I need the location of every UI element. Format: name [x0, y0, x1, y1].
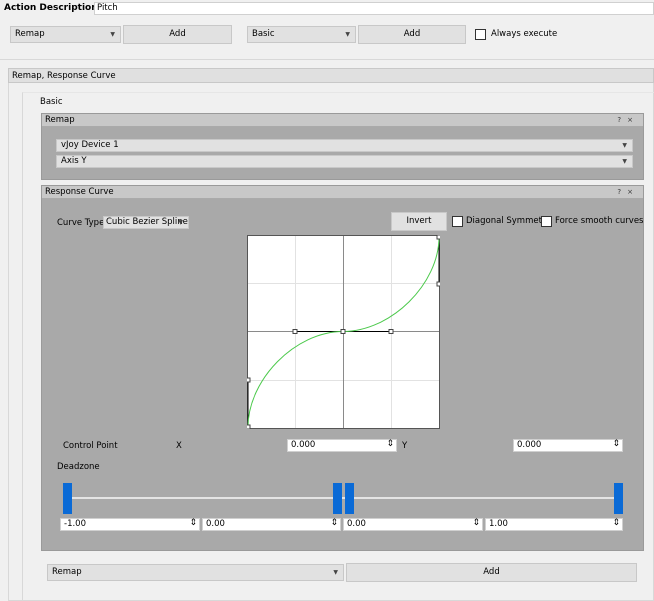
deadzone-center-high-spinbox[interactable]: 0.00 ⇕	[343, 518, 483, 531]
spin-arrows-icon[interactable]: ⇕	[330, 518, 338, 529]
bottom-action-combo-label: Remap	[52, 567, 82, 577]
deadzone-center-low-handle[interactable]	[333, 483, 342, 514]
spin-arrows-icon[interactable]: ⇕	[472, 518, 480, 529]
deadzone-low-value: -1.00	[64, 519, 86, 529]
spin-arrows-icon[interactable]: ⇕	[612, 439, 620, 450]
diagonal-symmetry-label: Diagonal Symmetry	[466, 216, 551, 226]
response-curve-plot[interactable]	[247, 235, 440, 429]
response-curve-title: Response Curve	[45, 187, 114, 197]
axis-combo-label: Axis Y	[61, 156, 87, 166]
force-smooth-label: Force smooth curves	[555, 216, 644, 226]
control-point-label: Control Point	[63, 441, 118, 451]
divider	[0, 59, 654, 60]
add-container-button[interactable]: Add	[358, 25, 466, 44]
deadzone-high-handle[interactable]	[614, 483, 623, 514]
remap-widget-title: Remap	[45, 115, 75, 125]
action-type-combo-label: Remap	[15, 29, 45, 39]
chevron-down-icon: ▼	[622, 158, 627, 165]
deadzone-center-low-spinbox[interactable]: 0.00 ⇕	[202, 518, 341, 531]
control-point-x-value: 0.000	[291, 440, 316, 450]
bottom-add-button[interactable]: Add	[346, 563, 637, 582]
add-action-button[interactable]: Add	[123, 25, 232, 44]
spin-arrows-icon[interactable]: ⇕	[386, 439, 394, 450]
deadzone-label: Deadzone	[57, 462, 100, 472]
control-point[interactable]	[340, 329, 346, 334]
close-icon[interactable]: ×	[627, 188, 639, 196]
remap-widget-titlebar: Remap ?×	[42, 114, 643, 127]
chevron-down-icon: ▼	[110, 31, 115, 38]
container-panel-title: Remap, Response Curve	[8, 68, 654, 83]
deadzone-low-spinbox[interactable]: -1.00 ⇕	[60, 518, 200, 531]
container-type-combo[interactable]: Basic ▼	[247, 26, 356, 43]
axis-combo[interactable]: Axis Y ▼	[56, 155, 633, 168]
invert-button[interactable]: Invert	[391, 212, 447, 231]
deadzone-center-low-value: 0.00	[206, 519, 225, 529]
control-handle[interactable]	[436, 281, 440, 287]
chevron-down-icon: ▼	[345, 31, 350, 38]
always-execute-checkbox[interactable]	[475, 29, 486, 40]
response-curve-titlebar: Response Curve ?×	[42, 186, 643, 199]
control-point-x-spinbox[interactable]: 0.000 ⇕	[287, 439, 397, 452]
chevron-down-icon: ▼	[178, 219, 183, 226]
vjoy-device-combo[interactable]: vJoy Device 1 ▼	[56, 139, 633, 152]
container-type-combo-label: Basic	[252, 29, 275, 39]
force-smooth-checkbox[interactable]	[541, 216, 552, 227]
always-execute-label: Always execute	[491, 29, 558, 39]
help-icon[interactable]: ?	[617, 116, 627, 124]
deadzone-low-handle[interactable]	[63, 483, 72, 514]
deadzone-high-value: 1.00	[489, 519, 508, 529]
deadzone-high-spinbox[interactable]: 1.00 ⇕	[485, 518, 623, 531]
action-description-input[interactable]: Pitch	[94, 2, 654, 15]
diagonal-symmetry-checkbox[interactable]	[452, 216, 463, 227]
x-label: X	[176, 441, 182, 451]
control-handle[interactable]	[388, 329, 394, 334]
vjoy-device-combo-label: vJoy Device 1	[61, 140, 119, 150]
curve-type-combo-label: Cubic Bezier Spline	[106, 217, 188, 227]
help-icon[interactable]: ?	[617, 188, 627, 196]
bottom-action-combo[interactable]: Remap ▼	[47, 564, 344, 581]
curve-type-combo[interactable]: Cubic Bezier Spline ▼	[103, 216, 189, 229]
control-point-y-spinbox[interactable]: 0.000 ⇕	[513, 439, 623, 452]
chevron-down-icon: ▼	[333, 569, 338, 576]
y-label: Y	[402, 441, 408, 451]
spin-arrows-icon[interactable]: ⇕	[189, 518, 197, 529]
chevron-down-icon: ▼	[622, 142, 627, 149]
deadzone-center-high-value: 0.00	[347, 519, 366, 529]
spin-arrows-icon[interactable]: ⇕	[612, 518, 620, 529]
control-point[interactable]	[436, 235, 440, 240]
tab-basic[interactable]: Basic	[38, 97, 65, 107]
control-handle[interactable]	[247, 377, 251, 383]
control-handle[interactable]	[292, 329, 298, 334]
deadzone-center-high-handle[interactable]	[345, 483, 354, 514]
close-icon[interactable]: ×	[627, 116, 639, 124]
control-point[interactable]	[247, 424, 251, 429]
action-type-combo[interactable]: Remap ▼	[10, 26, 121, 43]
control-point-y-value: 0.000	[517, 440, 542, 450]
curve-type-label: Curve Type:	[57, 218, 108, 228]
action-description-label: Action Description	[4, 3, 98, 13]
